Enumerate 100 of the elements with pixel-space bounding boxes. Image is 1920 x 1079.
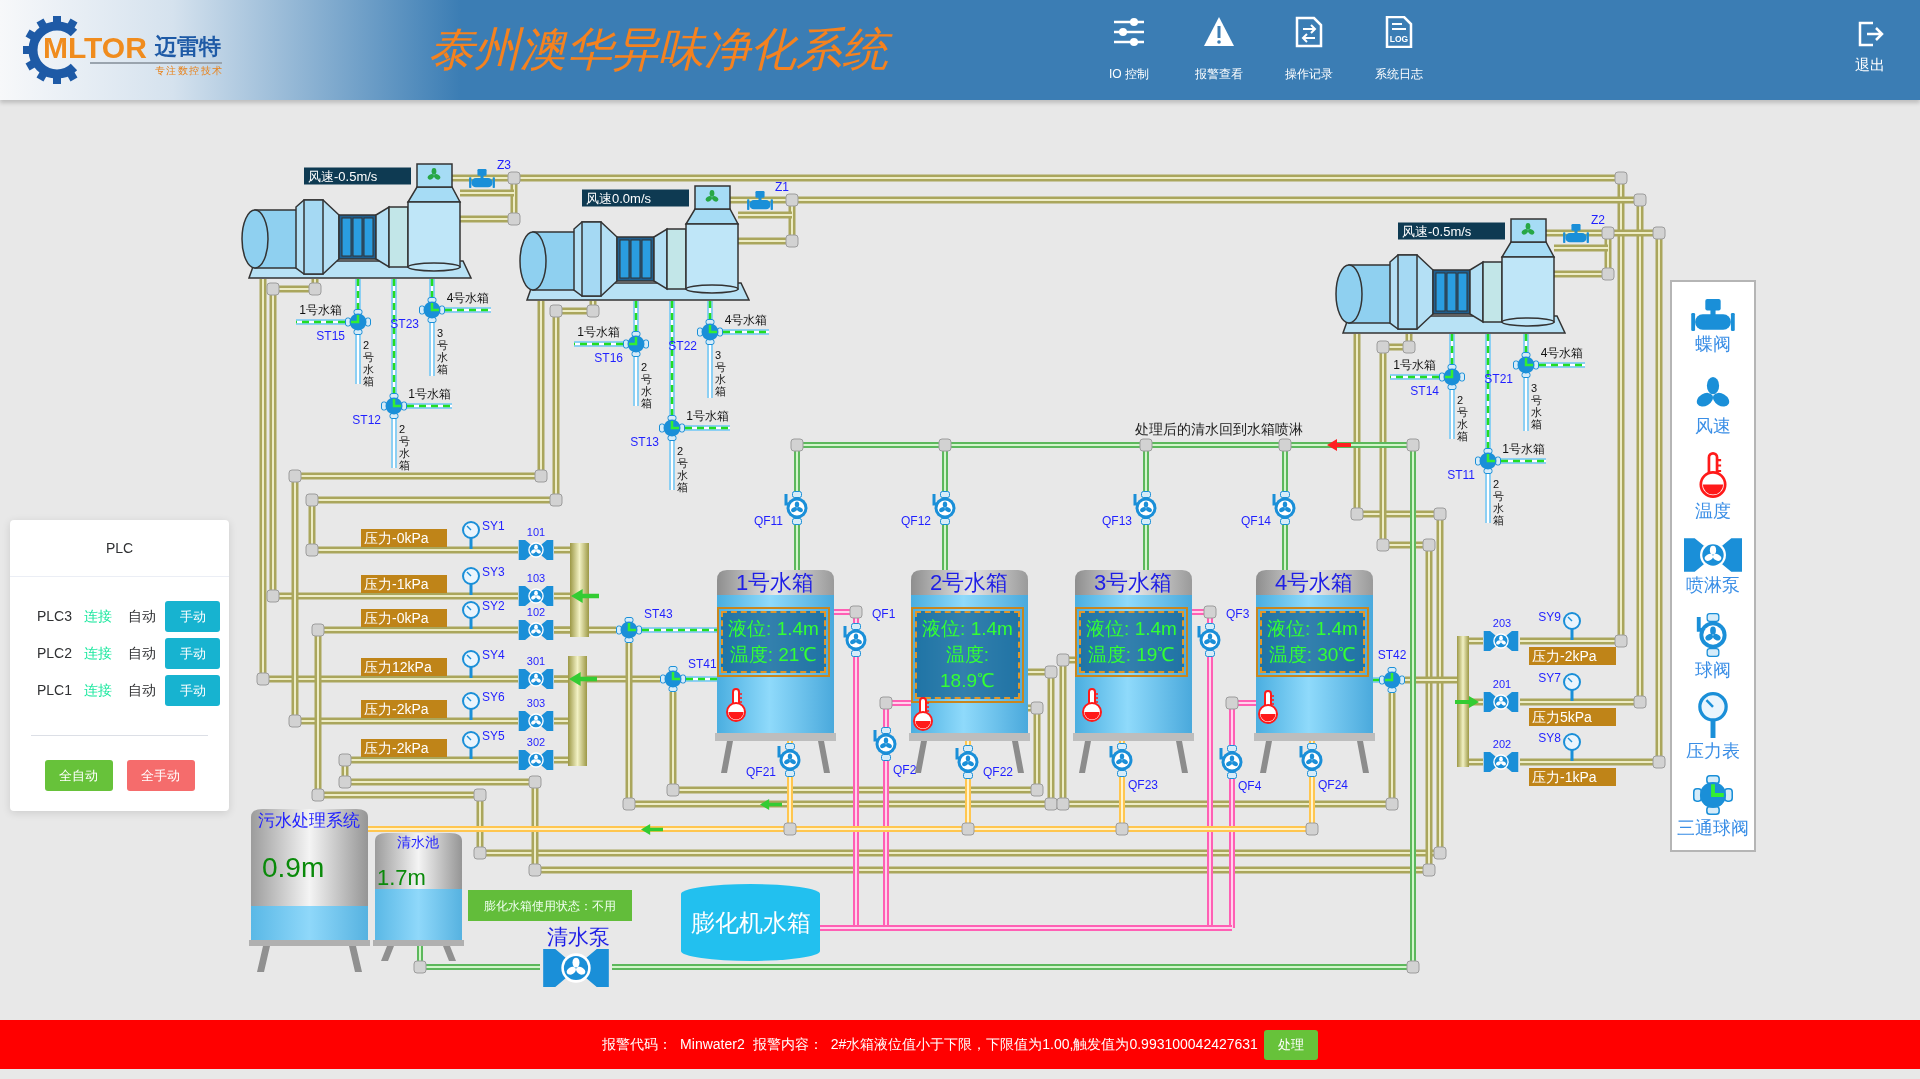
pipe-elbow (288, 714, 302, 728)
valve-tag: Z2 (1591, 214, 1605, 226)
handle-button[interactable]: 处理 (1263, 1029, 1318, 1060)
pump-icon (518, 620, 554, 640)
thermometer-icon (725, 688, 747, 722)
mode-text: 自动 (128, 607, 157, 626)
thermometer-icon (1698, 452, 1728, 498)
gauge-tag: SY9 (1538, 611, 1561, 623)
pipe-elbow (1402, 340, 1416, 354)
ball-valve-icon (1272, 491, 1298, 525)
valve-tag: QF24 (1318, 779, 1348, 791)
nav-button[interactable]: LOG 系统日志 (1354, 0, 1444, 80)
valve-tag: ST13 (630, 436, 659, 448)
valve-tag: QF1 (872, 608, 896, 620)
pipe-elbow (1633, 193, 1647, 207)
fan-icon (705, 190, 719, 204)
pipe-elbow (1601, 226, 1615, 240)
fan-icon (427, 168, 441, 182)
pipe-elbow (549, 493, 563, 507)
mode-text: 自动 (128, 681, 157, 700)
plc-name: PLC2 (37, 644, 74, 663)
pipe-elbow (1633, 695, 1647, 709)
valve-tag: QF11 (753, 515, 783, 527)
pump-tag: 301 (526, 655, 546, 667)
pipe-elbow (1350, 507, 1364, 521)
wind-speed-readout: 风速-0.5m/s (1398, 222, 1505, 240)
pipe-elbow (879, 696, 893, 710)
valve-tag: QF3 (1226, 608, 1250, 620)
status-label: 膨化水箱使用状态：不用 (468, 890, 632, 921)
three-way-valve-icon (659, 415, 685, 441)
three-way-valve-icon (660, 666, 686, 692)
water-level-text: 液位: 1.4m (1267, 617, 1358, 641)
pipe-elbow (1030, 783, 1044, 797)
pipe-caption: 处理后的清水回到水箱喷淋 (1135, 422, 1303, 436)
pipe-elbow (1115, 822, 1129, 836)
tank-level-reading: 0.9m (262, 854, 325, 882)
pipe-elbow (961, 822, 975, 836)
nav-button[interactable]: 报警查看 (1174, 0, 1264, 80)
pressure-readout: 压力-2kPa (361, 700, 447, 718)
pump-tag: 101 (526, 526, 546, 538)
valve-tag: QF23 (1128, 779, 1158, 791)
pipe-elbow (311, 623, 325, 637)
pipe-elbow (666, 783, 680, 797)
pump-tag: 303 (526, 697, 546, 709)
pipe-elbow (1652, 226, 1666, 240)
valve-tag: ST21 (1484, 373, 1513, 385)
nav-button[interactable]: IO 控制 (1084, 0, 1174, 80)
legend-label: 三通球阀 (1677, 819, 1749, 837)
temperature-text: 温度: 19℃ (1087, 643, 1176, 667)
valve-tag: QF13 (1102, 515, 1132, 527)
outlet-label: 1号水箱 (1393, 359, 1436, 371)
manual-button[interactable]: 手动 (165, 675, 220, 706)
pump-icon (1684, 538, 1742, 572)
all-auto-button[interactable]: 全自动 (44, 760, 113, 791)
manual-button[interactable]: 手动 (165, 601, 220, 632)
duct-section (653, 227, 687, 291)
legend-label: 喷淋泵 (1686, 576, 1740, 594)
legend-label: 风速 (1695, 417, 1731, 435)
valve-tag: ST41 (688, 658, 717, 670)
gauge-tag: SY7 (1538, 672, 1561, 684)
three-way-valve-icon (1439, 364, 1465, 390)
ball-valve-icon (1299, 743, 1325, 777)
pipe-elbow (1385, 797, 1399, 811)
filter-panel (338, 214, 377, 260)
pipe-elbow (1376, 538, 1390, 552)
outlet-label: 1号水箱 (686, 410, 729, 422)
pump-tag: 202 (1492, 738, 1512, 750)
pipe-elbow (1030, 701, 1044, 715)
flow-arrow-icon (568, 672, 598, 686)
plc-name: PLC1 (37, 681, 74, 700)
mode-text: 自动 (128, 644, 157, 663)
nav-button[interactable]: 操作记录 (1264, 0, 1354, 80)
warning-icon (1203, 16, 1235, 48)
solenoid-valve-icon (469, 168, 495, 188)
outlet-label: 3号水箱 (437, 327, 448, 376)
pipe-elbow (473, 788, 487, 802)
pressure-readout: 压力-2kPa (361, 739, 447, 757)
solenoid-valve-icon (747, 190, 773, 210)
exit-button[interactable]: 退出 (1840, 0, 1900, 72)
all-manual-button[interactable]: 全手动 (126, 760, 195, 791)
pressure-readout: 压力-2kPa (1529, 647, 1616, 665)
fan-icon (1521, 223, 1535, 237)
gauge-tag: SY2 (482, 600, 505, 612)
solenoid-valve-icon (1563, 223, 1589, 243)
pressure-readout: 压力-0kPa (361, 609, 447, 627)
pressure-readout: 压力12kPa (361, 658, 447, 676)
pump-tag: 203 (1492, 617, 1512, 629)
three-way-valve-icon (1475, 448, 1501, 474)
ball-valve-icon (1197, 623, 1223, 657)
valve-tag: ST12 (352, 414, 381, 426)
manual-button[interactable]: 手动 (165, 638, 220, 669)
pipe-elbow (338, 775, 352, 789)
pump-tag: 302 (526, 736, 546, 748)
tank-title: 4号水箱 (1274, 572, 1354, 594)
pipe-elbow (849, 605, 863, 619)
pressure-readout: 压力-0kPa (361, 529, 447, 547)
connection-status: 连接 (84, 644, 113, 663)
gauge-tag: SY4 (482, 649, 505, 661)
pump-tag: 103 (526, 572, 546, 584)
pipe-elbow (507, 212, 521, 226)
